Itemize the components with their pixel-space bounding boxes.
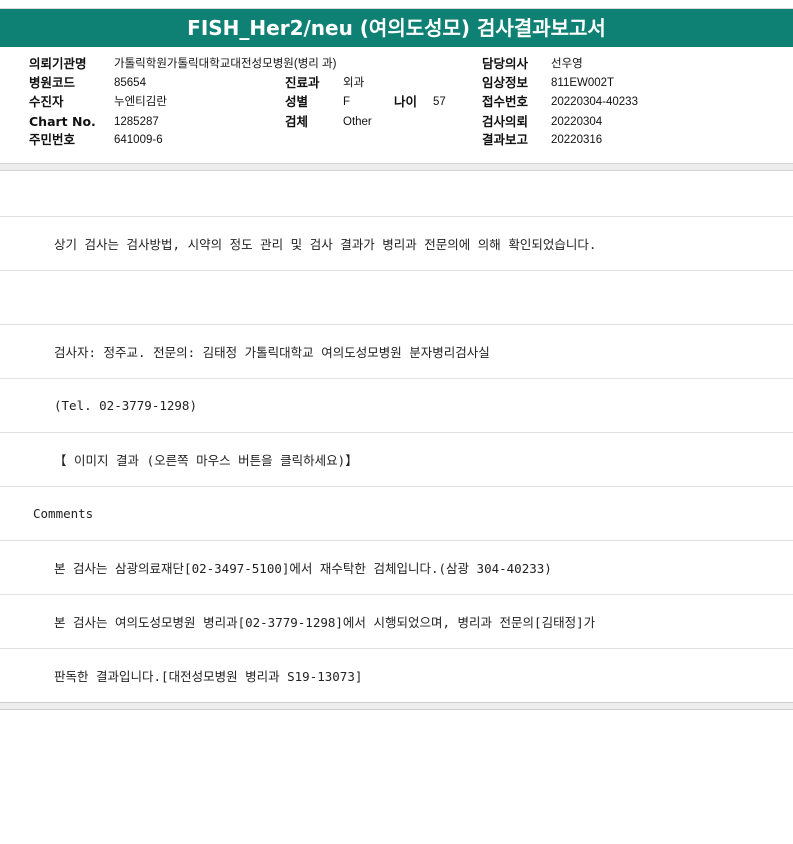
body-row-examiner: 검사자: 정주교. 전문의: 김태정 가톨릭대학교 여의도성모병원 분자병리검사…	[0, 325, 793, 379]
institution-value: 가톨릭학원가톨릭대학교대전성모병원(병리 과)	[114, 58, 337, 70]
body-row-tel: (Tel. 02-3779-1298)	[0, 379, 793, 433]
tel-text: (Tel. 02-3779-1298)	[54, 398, 197, 413]
hospital-code-value: 85654	[114, 77, 146, 89]
id-value: 641009-6	[114, 134, 163, 146]
clinical-label: 임상정보	[482, 75, 529, 90]
body-row-comment-3: 판독한 결과입니다.[대전성모병원 병리과 S19-13073]	[0, 649, 793, 703]
chart-value: 1285287	[114, 116, 159, 128]
examiner-text: 검사자: 정주교. 전문의: 김태정 가톨릭대학교 여의도성모병원 분자병리검사…	[54, 345, 490, 360]
footer-divider	[0, 702, 793, 710]
body-row-empty-2	[0, 271, 793, 325]
body-row-comment-1: 본 검사는 삼광의료재단[02-3497-5100]에서 재수탁한 검체입니다.…	[0, 541, 793, 595]
comment-3-text: 판독한 결과입니다.[대전성모병원 병리과 S19-13073]	[54, 669, 363, 684]
info-row-2: 병원코드 85654 진료과 외과 임상정보 811EW002T	[0, 74, 793, 92]
institution-label: 의뢰기관명	[29, 56, 87, 71]
top-border	[0, 0, 793, 9]
request-value: 20220304	[551, 116, 603, 128]
body-row-confirm: 상기 검사는 검사방법, 시약의 정도 관리 및 검사 결과가 병리과 전문의에…	[0, 217, 793, 271]
sex-label: 성별	[285, 94, 309, 109]
specimen-value: Other	[343, 116, 372, 128]
patient-info-panel: 의뢰기관명 가톨릭학원가톨릭대학교대전성모병원(병리 과) 담당의사 선우영 병…	[0, 47, 793, 165]
chart-label: Chart No.	[29, 114, 96, 129]
info-row-1: 의뢰기관명 가톨릭학원가톨릭대학교대전성모병원(병리 과) 담당의사 선우영	[0, 55, 793, 73]
header-divider	[0, 163, 793, 171]
specimen-label: 검체	[285, 114, 309, 129]
hospital-code-label: 병원코드	[29, 75, 76, 90]
result-value: 20220316	[551, 134, 603, 146]
image-result-link[interactable]: 【 이미지 결과 (오른쪽 마우스 버튼을 클릭하세요)】	[54, 433, 358, 486]
doctor-value: 선우영	[551, 58, 583, 70]
confirm-text: 상기 검사는 검사방법, 시약의 정도 관리 및 검사 결과가 병리과 전문의에…	[54, 237, 597, 252]
receipt-value: 20220304-40233	[551, 96, 638, 108]
body-row-image-result[interactable]: 【 이미지 결과 (오른쪽 마우스 버튼을 클릭하세요)】	[0, 433, 793, 487]
patient-label: 수진자	[29, 94, 64, 109]
result-label: 결과보고	[482, 132, 529, 147]
info-row-3: 수진자 누엔티김란 성별 F 나이 57 접수번호 20220304-40233	[0, 93, 793, 111]
comment-1-text: 본 검사는 삼광의료재단[02-3497-5100]에서 재수탁한 검체입니다.…	[54, 561, 552, 576]
age-value: 57	[433, 96, 446, 108]
dept-label: 진료과	[285, 75, 320, 90]
report-title: FISH_Her2/neu (여의도성모) 검사결과보고서	[0, 9, 793, 47]
id-label: 주민번호	[29, 132, 76, 147]
age-label: 나이	[394, 94, 418, 109]
report-body: 상기 검사는 검사방법, 시약의 정도 관리 및 검사 결과가 병리과 전문의에…	[0, 171, 793, 703]
receipt-label: 접수번호	[482, 94, 529, 109]
info-row-4: Chart No. 1285287 검체 Other 검사의뢰 20220304	[0, 113, 793, 131]
info-row-5: 주민번호 641009-6 결과보고 20220316	[0, 131, 793, 149]
body-row-comment-2: 본 검사는 여의도성모병원 병리과[02-3779-1298]에서 시행되었으며…	[0, 595, 793, 649]
body-row-empty-1	[0, 171, 793, 217]
patient-value: 누엔티김란	[114, 96, 167, 108]
sex-value: F	[343, 96, 351, 108]
request-label: 검사의뢰	[482, 114, 529, 129]
dept-value: 외과	[343, 77, 365, 89]
body-row-comments-label: Comments	[0, 487, 793, 541]
doctor-label: 담당의사	[482, 56, 529, 71]
clinical-value: 811EW002T	[551, 77, 615, 89]
comments-label: Comments	[33, 506, 94, 521]
comment-2-text: 본 검사는 여의도성모병원 병리과[02-3779-1298]에서 시행되었으며…	[54, 615, 596, 630]
